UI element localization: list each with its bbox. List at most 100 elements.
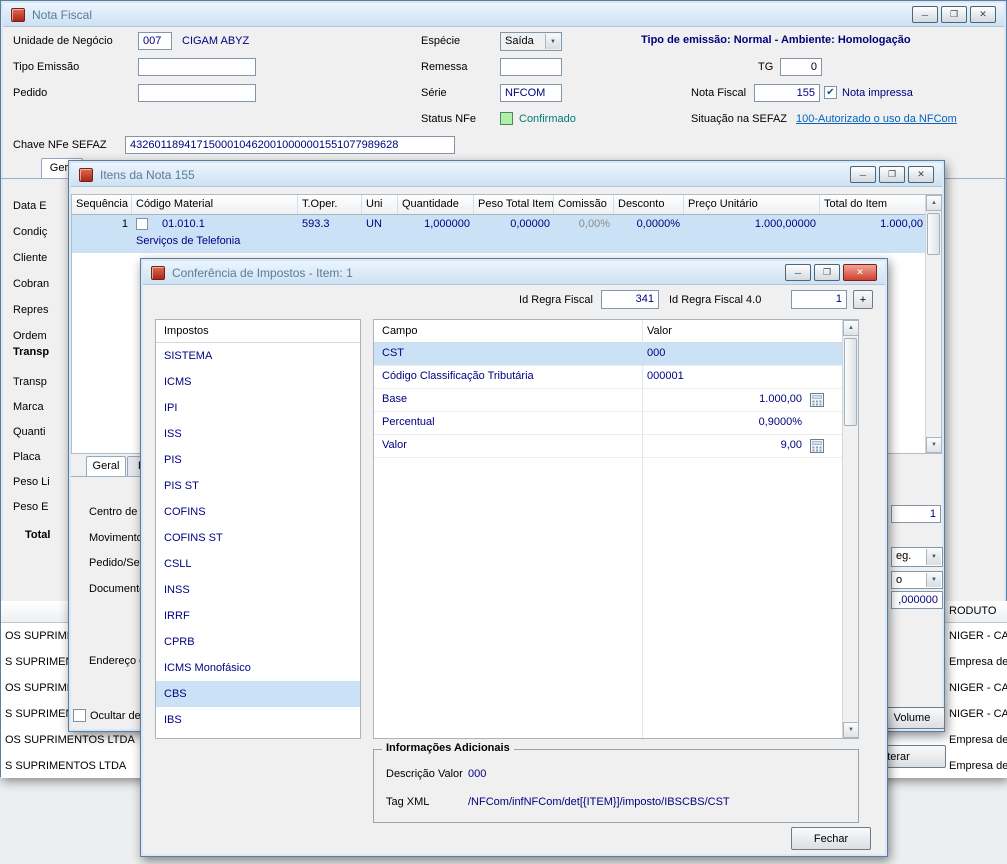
maximize-icon[interactable]: ❐ [941, 6, 967, 23]
nota-fiscal-number-field[interactable]: 155 [754, 84, 820, 102]
campo-valor-row[interactable]: Valor 9,00 [374, 435, 842, 458]
imposto-list-item[interactable]: ICMS Monofásico [156, 655, 360, 681]
minimize-icon[interactable]: ─ [912, 6, 938, 23]
scroll-up-icon[interactable]: ▲ [926, 195, 942, 211]
grid-row-cell[interactable]: NIGER - CA [949, 701, 1007, 727]
serie-field[interactable]: NFCOM [500, 84, 562, 102]
cell-comissao: 0,00% [578, 218, 610, 230]
imposto-list-item[interactable]: IBS [156, 707, 360, 733]
itens-grid-scrollbar[interactable]: ▲ ▼ [925, 195, 942, 453]
imposto-list-item[interactable]: COFINS ST [156, 525, 360, 551]
window-title: Conferência de Impostos - Item: 1 [172, 265, 353, 280]
chevron-down-icon[interactable]: ▼ [926, 549, 941, 565]
especie-select[interactable]: Saída ▼ [500, 32, 562, 51]
imposto-list-item[interactable]: CSLL [156, 551, 360, 577]
column-header[interactable]: Quantidade [398, 195, 474, 214]
chave-nfe-field[interactable]: 4326011894171500010462001000000155107798… [125, 136, 455, 154]
item-checkbox[interactable] [136, 218, 148, 230]
column-header[interactable]: Desconto [614, 195, 684, 214]
close-icon[interactable]: ✕ [843, 264, 877, 281]
grid-row-cell[interactable]: Empresa de C [949, 649, 1007, 675]
column-header[interactable]: Código Material [132, 195, 298, 214]
imposto-list-item[interactable]: PIS ST [156, 473, 360, 499]
imposto-list-item[interactable]: IPI [156, 395, 360, 421]
detail-combo-fragment[interactable]: eg. ▼ [891, 547, 943, 567]
cell-sequencia: 1 [121, 218, 128, 230]
situacao-sefaz-link[interactable]: 100-Autorizado o uso da NFCom [796, 113, 957, 125]
column-header[interactable]: Total do Item [820, 195, 927, 214]
fechar-button[interactable]: Fechar [791, 827, 871, 850]
imposto-list-item[interactable]: ISS [156, 421, 360, 447]
scroll-down-icon[interactable]: ▼ [926, 437, 942, 453]
campo-valor-row[interactable]: Percentual 0,9000% [374, 412, 842, 435]
item-row[interactable]: 1 01.010.1 593.3 UN 1,000000 0,00000 0,0… [72, 215, 927, 253]
column-header[interactable]: Sequência [72, 195, 132, 214]
window-title: Itens da Nota 155 [100, 167, 195, 182]
maximize-icon[interactable]: ❐ [879, 166, 905, 183]
minimize-icon[interactable]: ─ [850, 166, 876, 183]
imposto-list-item[interactable]: CPRB [156, 629, 360, 655]
chevron-down-icon[interactable]: ▼ [545, 34, 560, 49]
imposto-list-item[interactable]: CBS [156, 681, 360, 707]
column-header[interactable]: Preço Unitário [684, 195, 820, 214]
id-regra-fiscal-40-field[interactable]: 1 [791, 290, 847, 309]
cell-total: 1.000,00 [880, 218, 923, 230]
column-header[interactable]: T.Oper. [298, 195, 362, 214]
conferencia-titlebar[interactable]: Conferência de Impostos - Item: 1 ─ ❐ ✕ [143, 261, 885, 285]
itens-titlebar[interactable]: Itens da Nota 155 ─ ❐ ✕ [71, 163, 942, 187]
remessa-field[interactable] [500, 58, 562, 76]
imposto-list-item[interactable]: IRRF [156, 603, 360, 629]
volume-button[interactable]: Volume [879, 707, 945, 729]
scroll-up-icon[interactable]: ▲ [843, 320, 859, 336]
imposto-list-item[interactable]: PIS [156, 447, 360, 473]
tg-label: TG [758, 61, 774, 73]
imposto-list-item[interactable]: ICMS [156, 369, 360, 395]
column-header[interactable]: Peso Total Item [474, 195, 554, 214]
imposto-list-item[interactable]: SISTEMA [156, 343, 360, 369]
tab-geral-detail[interactable]: Geral [86, 456, 126, 477]
campo-column-header[interactable]: Campo [382, 325, 417, 337]
campo-valor-row[interactable]: Código Classificação Tributária 000001 [374, 366, 842, 389]
close-icon[interactable]: ✕ [908, 166, 934, 183]
form-label-fragment: Quanti [13, 426, 46, 438]
scrollbar-thumb[interactable] [927, 213, 940, 255]
nota-fiscal-titlebar[interactable]: Nota Fiscal ─ ❐ ✕ [3, 3, 1004, 27]
pedido-field[interactable] [138, 84, 256, 102]
grid-row-cell[interactable]: Empresa de C [949, 727, 1007, 753]
movimento-label: Movimento [89, 532, 143, 544]
tg-field[interactable]: 0 [780, 58, 822, 76]
grid-row-cell[interactable]: NIGER - CA [949, 675, 1007, 701]
add-regra-button[interactable]: + [853, 290, 873, 309]
campo-valor-row[interactable]: CST 000 [374, 343, 842, 366]
impostos-panel: Impostos SISTEMA ICMS IPI ISS PIS PIS ST COFIN… [155, 319, 361, 739]
scrollbar-thumb[interactable] [844, 338, 857, 426]
detail-field-fragment[interactable]: ,000000 [891, 591, 943, 609]
detail-combo-fragment[interactable]: o ▼ [891, 571, 943, 589]
tipo-emissao-field[interactable] [138, 58, 256, 76]
id-regra-fiscal-field[interactable]: 341 [601, 290, 659, 309]
imposto-list-item[interactable]: COFINS [156, 499, 360, 525]
status-green-indicator [500, 112, 513, 125]
column-header[interactable]: Uni [362, 195, 398, 214]
tag-xml-label: Tag XML [386, 796, 430, 808]
minimize-icon[interactable]: ─ [785, 264, 811, 281]
column-header[interactable]: Comissão [554, 195, 614, 214]
id-regra-fiscal-40-label: Id Regra Fiscal 4.0 [669, 294, 762, 306]
ocultar-checkbox[interactable] [73, 709, 86, 722]
cell-toper: 593.3 [302, 218, 330, 230]
nota-impressa-checkbox[interactable]: ✔ [824, 86, 837, 99]
calculator-icon[interactable] [810, 393, 824, 407]
unidade-negocio-code-field[interactable]: 007 [138, 32, 172, 50]
calculator-icon[interactable] [810, 439, 824, 453]
campo-valor-row[interactable]: Base 1.000,00 [374, 389, 842, 412]
valor-column-header[interactable]: Valor [647, 325, 672, 337]
close-icon[interactable]: ✕ [970, 6, 996, 23]
maximize-icon[interactable]: ❐ [814, 264, 840, 281]
chevron-down-icon[interactable]: ▼ [926, 573, 941, 587]
grid-row-cell[interactable]: NIGER - CA [949, 623, 1007, 649]
detail-field-fragment[interactable]: 1 [891, 505, 941, 523]
campos-scrollbar[interactable]: ▲ ▼ [842, 320, 859, 738]
scroll-down-icon[interactable]: ▼ [843, 722, 859, 738]
imposto-list-item[interactable]: INSS [156, 577, 360, 603]
grid-row-cell[interactable]: Empresa de C [949, 753, 1007, 779]
